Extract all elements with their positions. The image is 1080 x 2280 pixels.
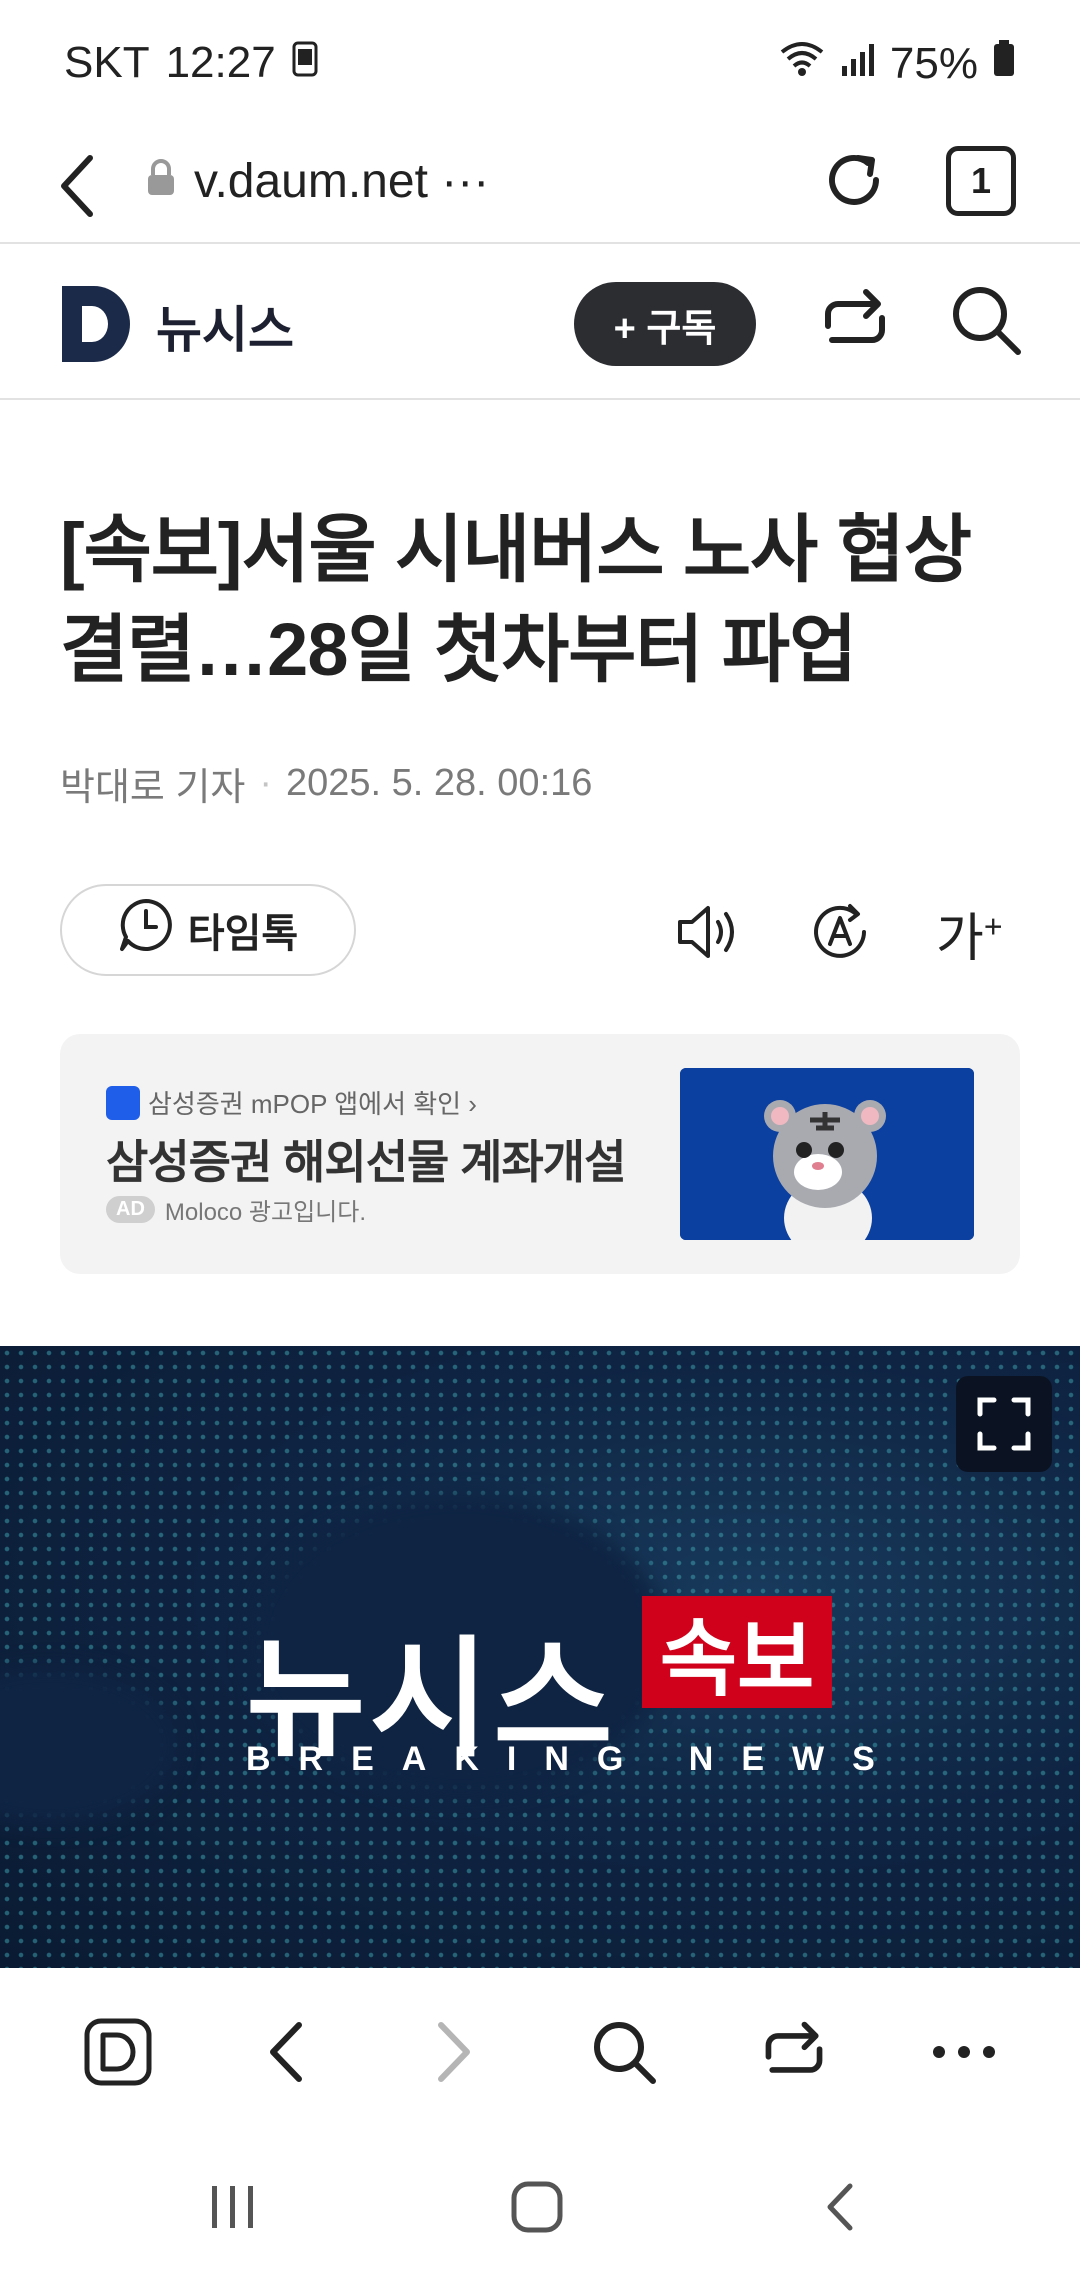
share-icon[interactable] bbox=[818, 284, 892, 363]
daum-logo-icon[interactable] bbox=[60, 284, 134, 369]
url-field[interactable]: v.daum.net ··· bbox=[146, 154, 489, 209]
more-menu-icon[interactable] bbox=[924, 2012, 1004, 2092]
hero-subtitle: BREAKING NEWS bbox=[246, 1740, 903, 1778]
site-header: 뉴시스 + 구독 bbox=[0, 244, 1080, 400]
recent-apps-icon[interactable] bbox=[208, 2184, 258, 2235]
status-bar: SKT 12:27 75% bbox=[0, 0, 1080, 130]
byline-separator: · bbox=[259, 762, 273, 804]
ad-banner[interactable]: 삼성증권 mPOP 앱에서 확인 › 삼성증권 해외선물 계좌개설 AD Mol… bbox=[60, 1034, 1020, 1274]
search-icon[interactable] bbox=[948, 282, 1024, 363]
device-icon bbox=[292, 38, 318, 88]
ad-disclaimer: Moloco 광고입니다. bbox=[164, 1199, 366, 1226]
subscribe-button[interactable]: + 구독 bbox=[574, 282, 756, 366]
article-headline: [속보]서울 시내버스 노사 협상 결렬…28일 첫차부터 파업 bbox=[60, 500, 1020, 700]
wifi-icon bbox=[778, 38, 826, 89]
tab-count-button[interactable]: 1 bbox=[946, 146, 1016, 216]
font-size-button[interactable]: 가+ bbox=[936, 896, 1003, 971]
browser-toolbar bbox=[0, 1968, 1080, 2136]
translate-icon[interactable] bbox=[804, 896, 876, 973]
ad-title: 삼성증권 해외선물 계좌개설 bbox=[106, 1136, 626, 1188]
mpop-logo-icon bbox=[106, 1085, 140, 1120]
headline-line-2: 결렬…28일 첫차부터 파업 bbox=[60, 608, 857, 691]
toolbar-search-icon[interactable] bbox=[584, 2012, 664, 2092]
clock: 12:27 bbox=[165, 38, 276, 87]
tab-count: 1 bbox=[970, 160, 992, 201]
toolbar-back-icon[interactable] bbox=[246, 2012, 326, 2092]
lock-icon bbox=[146, 154, 176, 209]
timetalk-button[interactable]: 타임톡 bbox=[60, 884, 356, 976]
carrier-label: SKT bbox=[64, 38, 150, 87]
toolbar-share-icon[interactable] bbox=[754, 2012, 834, 2092]
ad-badge: AD bbox=[106, 1196, 155, 1223]
clock-chat-icon bbox=[118, 897, 174, 963]
battery-percent: 75% bbox=[889, 38, 978, 88]
home-icon[interactable] bbox=[510, 2180, 564, 2239]
speaker-icon[interactable] bbox=[672, 896, 744, 973]
article-hero-image[interactable]: 뉴시스 속보 BREAKING NEWS bbox=[0, 1346, 1080, 1968]
back-icon[interactable] bbox=[54, 150, 100, 227]
system-back-icon[interactable] bbox=[820, 2180, 860, 2239]
site-name[interactable]: 뉴시스 bbox=[156, 290, 294, 362]
reload-icon[interactable] bbox=[818, 144, 890, 221]
timetalk-label: 타임톡 bbox=[187, 912, 299, 956]
byline: 박대로 기자 · 2025. 5. 28. 00:16 bbox=[60, 756, 592, 811]
tiger-mascot-icon bbox=[680, 1068, 974, 1240]
hero-breaking-badge: 속보 bbox=[642, 1596, 832, 1708]
daum-home-icon[interactable] bbox=[78, 2012, 158, 2092]
headline-line-1: [속보]서울 시내버스 노사 협상 bbox=[60, 508, 972, 591]
ad-brand-line: 삼성증권 mPOP 앱에서 확인 › bbox=[106, 1084, 477, 1121]
toolbar-forward-icon[interactable] bbox=[414, 2012, 494, 2092]
browser-url-bar: v.daum.net ··· 1 bbox=[0, 130, 1080, 244]
ad-disclaimer-line: AD Moloco 광고입니다. bbox=[106, 1192, 366, 1227]
ad-brand-text: 삼성증권 mPOP 앱에서 확인 › bbox=[148, 1089, 477, 1119]
plus-icon: + bbox=[983, 908, 1003, 945]
publish-datetime: 2025. 5. 28. 00:16 bbox=[286, 762, 593, 804]
status-left: SKT 12:27 bbox=[64, 38, 318, 88]
ad-image bbox=[680, 1068, 974, 1240]
battery-icon bbox=[992, 38, 1016, 89]
fullscreen-button[interactable] bbox=[956, 1376, 1052, 1472]
url-text: v.daum.net ··· bbox=[194, 155, 490, 208]
status-right: 75% bbox=[778, 38, 1016, 89]
font-size-label: 가 bbox=[936, 910, 984, 968]
system-navigation-bar bbox=[0, 2136, 1080, 2280]
author[interactable]: 박대로 기자 bbox=[60, 756, 245, 811]
signal-icon bbox=[840, 39, 876, 89]
fullscreen-icon bbox=[977, 1397, 1031, 1451]
